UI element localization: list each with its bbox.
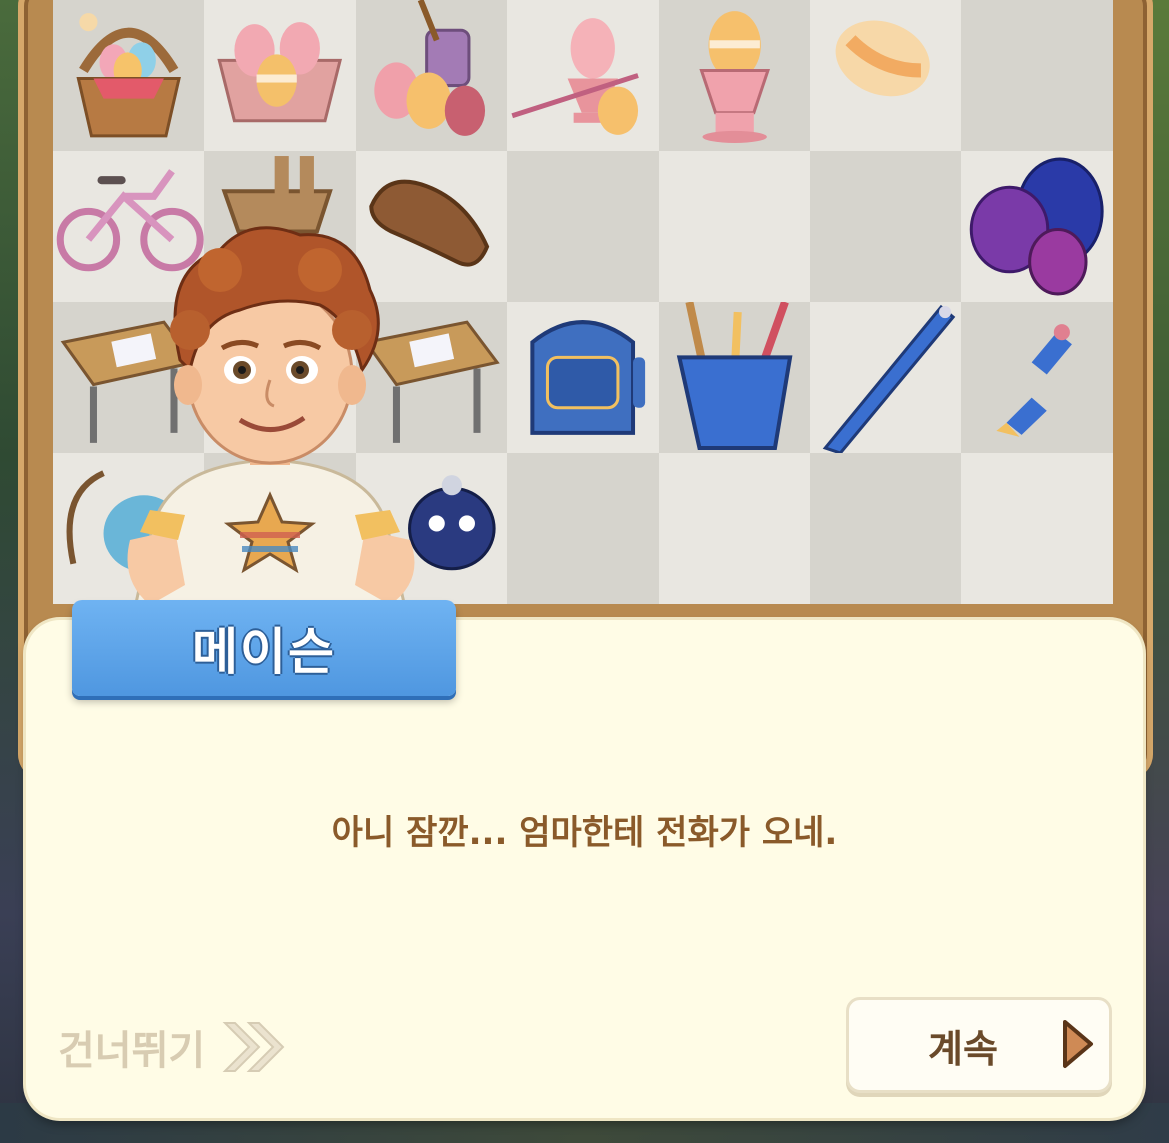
character-avatar-icon — [127, 226, 415, 632]
skip-button[interactable]: 건너뛰기 — [58, 1012, 287, 1082]
easter-basket-icon — [76, 13, 181, 138]
continue-label: 계속 — [928, 1026, 998, 1071]
continue-button[interactable]: 계속 — [846, 997, 1112, 1093]
board-cell — [507, 151, 659, 302]
board-cell — [809, 151, 962, 302]
double-chevron-right-icon — [221, 1017, 287, 1077]
board-cell[interactable] — [809, 0, 962, 151]
pencil-cup-icon — [676, 302, 793, 450]
board-cell[interactable] — [53, 0, 205, 151]
ballpoint-pen-icon — [822, 304, 956, 453]
board-cell[interactable] — [961, 151, 1113, 302]
board-cell — [507, 453, 659, 604]
skip-label: 건너뛰기 — [58, 1028, 206, 1074]
broken-pencil-icon — [996, 324, 1073, 437]
striped-egg-icon — [835, 20, 930, 97]
egg-cup-brush-icon — [511, 18, 640, 135]
dialog-text: 아니 잠깐... 엄마한테 전화가 오네. — [331, 813, 838, 853]
board-cell[interactable] — [204, 0, 356, 151]
board-cell — [809, 453, 962, 604]
purple-blue-eggs-icon — [970, 157, 1104, 296]
play-triangle-icon — [1061, 1018, 1095, 1070]
board-cell — [658, 151, 810, 302]
board-cell — [961, 453, 1113, 604]
speaker-name-tag: 메이슨 — [72, 600, 456, 696]
board-cell — [961, 0, 1113, 151]
character-mason-portrait — [90, 210, 450, 632]
egg-carton-icon — [217, 22, 343, 123]
board-cell — [658, 453, 810, 604]
striped-egg-cup-icon — [698, 11, 770, 143]
board-cell[interactable] — [658, 0, 810, 151]
paint-jar-eggs-icon — [374, 0, 485, 136]
board-cell[interactable] — [355, 0, 508, 151]
speaker-name: 메이슨 — [192, 623, 336, 681]
board-cell[interactable] — [507, 302, 659, 453]
board-cell[interactable] — [507, 0, 659, 151]
board-cell[interactable] — [961, 302, 1113, 453]
backpack-icon — [530, 320, 646, 435]
board-cell[interactable] — [809, 302, 962, 453]
board-cell[interactable] — [658, 302, 810, 453]
